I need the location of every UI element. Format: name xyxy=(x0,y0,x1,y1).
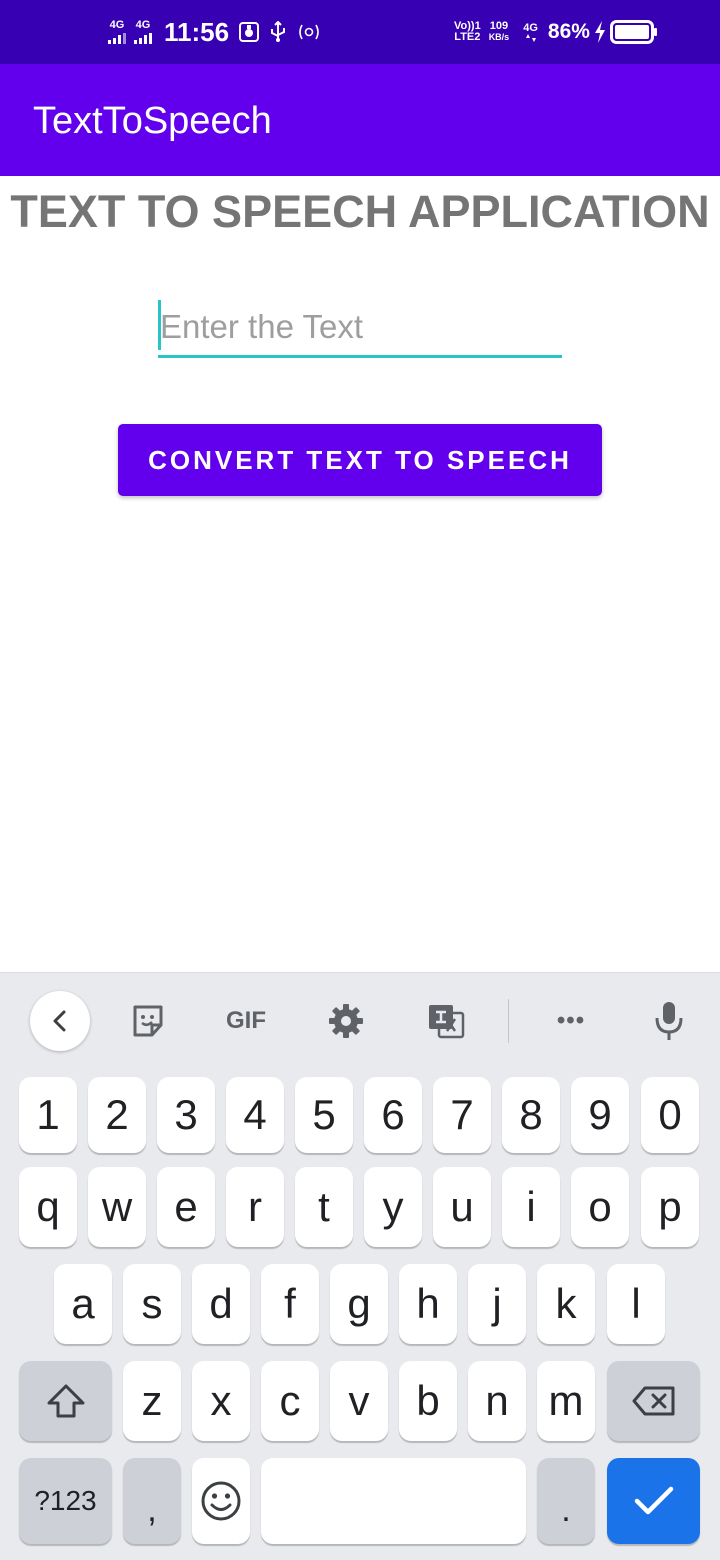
app-bar: TextToSpeech xyxy=(0,64,720,176)
emoji-icon xyxy=(201,1481,241,1521)
key-8[interactable]: 8 xyxy=(502,1077,560,1153)
key-q[interactable]: q xyxy=(19,1167,77,1247)
sim2-signal-icon: 4G xyxy=(134,20,152,44)
backspace-key[interactable] xyxy=(607,1361,700,1441)
emoji-key[interactable] xyxy=(192,1458,250,1544)
key-n[interactable]: n xyxy=(468,1361,526,1441)
network-speed-value: 109 xyxy=(489,20,509,32)
checkmark-icon xyxy=(634,1486,673,1515)
battery-icon xyxy=(609,20,658,44)
space-key[interactable] xyxy=(261,1458,526,1544)
translate-button[interactable] xyxy=(422,998,470,1044)
keyboard-back-button[interactable] xyxy=(30,991,90,1051)
gif-button[interactable]: GIF xyxy=(215,998,277,1044)
lte2-label: LTE2 xyxy=(454,31,481,43)
key-g[interactable]: g xyxy=(330,1264,388,1344)
key-4[interactable]: 4 xyxy=(226,1077,284,1153)
key-p[interactable]: p xyxy=(641,1167,699,1247)
key-a[interactable]: a xyxy=(54,1264,112,1344)
status-time: 11:56 xyxy=(164,16,230,47)
text-cursor xyxy=(158,300,161,350)
sticker-icon xyxy=(133,1005,163,1037)
key-5[interactable]: 5 xyxy=(295,1077,353,1153)
key-o[interactable]: o xyxy=(571,1167,629,1247)
gear-icon xyxy=(329,1004,363,1038)
shift-icon xyxy=(47,1384,84,1418)
more-options-button[interactable]: ••• xyxy=(545,998,597,1044)
key-1[interactable]: 1 xyxy=(19,1077,77,1153)
screen: 4G 4G 11:56 Vo))1 LTE2 109 KB/s 4G 86% T… xyxy=(0,0,720,1560)
key-s[interactable]: s xyxy=(123,1264,181,1344)
key-w[interactable]: w xyxy=(88,1167,146,1247)
app-title: TextToSpeech xyxy=(33,100,272,142)
status-bar: 4G 4G 11:56 Vo))1 LTE2 109 KB/s 4G 86% xyxy=(0,0,720,64)
volte-indicator: Vo))1 LTE2 xyxy=(454,21,481,43)
network-speed: 109 KB/s xyxy=(489,21,510,43)
key-x[interactable]: x xyxy=(192,1361,250,1441)
key-l[interactable]: l xyxy=(607,1264,665,1344)
sim2-network-label: 4G xyxy=(135,19,151,31)
toolbar-divider xyxy=(508,999,509,1043)
key-h[interactable]: h xyxy=(399,1264,457,1344)
key-f[interactable]: f xyxy=(261,1264,319,1344)
key-j[interactable]: j xyxy=(468,1264,526,1344)
key-y[interactable]: y xyxy=(364,1167,422,1247)
charging-icon xyxy=(594,21,606,43)
key-0[interactable]: 0 xyxy=(641,1077,699,1153)
key-t[interactable]: t xyxy=(295,1167,353,1247)
status-left-group: 4G 4G 11:56 xyxy=(108,0,331,64)
key-z[interactable]: z xyxy=(123,1361,181,1441)
status-right-group: Vo))1 LTE2 109 KB/s 4G 86% xyxy=(454,0,668,64)
key-c[interactable]: c xyxy=(261,1361,319,1441)
key-k[interactable]: k xyxy=(537,1264,595,1344)
key-d[interactable]: d xyxy=(192,1264,250,1344)
hotspot-icon xyxy=(297,22,321,42)
key-r[interactable]: r xyxy=(226,1167,284,1247)
sticker-button[interactable] xyxy=(125,998,171,1044)
key-6[interactable]: 6 xyxy=(364,1077,422,1153)
page-heading: TEXT TO SPEECH APPLICATION xyxy=(10,186,710,237)
chevron-left-icon xyxy=(53,1010,66,1032)
app-notification-icon xyxy=(239,22,260,42)
key-u[interactable]: u xyxy=(433,1167,491,1247)
voice-input-button[interactable] xyxy=(646,995,692,1047)
key-i[interactable]: i xyxy=(502,1167,560,1247)
shift-key[interactable] xyxy=(19,1361,112,1441)
symbols-key[interactable]: ?123 xyxy=(19,1458,112,1544)
battery-percent: 86% xyxy=(547,20,590,43)
backspace-icon xyxy=(632,1386,674,1416)
key-v[interactable]: v xyxy=(330,1361,388,1441)
key-m[interactable]: m xyxy=(537,1361,595,1441)
key-2[interactable]: 2 xyxy=(88,1077,146,1153)
key-e[interactable]: e xyxy=(157,1167,215,1247)
comma-key[interactable]: , xyxy=(123,1458,181,1544)
key-9[interactable]: 9 xyxy=(571,1077,629,1153)
soft-keyboard: GIF ••• 1 2 3 4 5 6 7 8 9 0 q w e r t y … xyxy=(0,972,720,1560)
sim1-network-label: 4G xyxy=(109,19,125,31)
key-b[interactable]: b xyxy=(399,1361,457,1441)
sim1-signal-icon: 4G xyxy=(108,20,126,44)
key-7[interactable]: 7 xyxy=(433,1077,491,1153)
keyboard-settings-button[interactable] xyxy=(323,998,369,1044)
text-input[interactable] xyxy=(158,298,562,358)
microphone-icon xyxy=(655,1002,683,1040)
convert-text-to-speech-button[interactable]: CONVERT TEXT TO SPEECH xyxy=(118,424,602,496)
data-4g-icon: 4G xyxy=(523,21,538,42)
usb-icon xyxy=(269,21,287,43)
data-4g-label: 4G xyxy=(523,21,538,34)
done-key[interactable] xyxy=(607,1458,700,1544)
period-key[interactable]: . xyxy=(537,1458,595,1544)
translate-icon xyxy=(429,1005,465,1039)
network-speed-unit: KB/s xyxy=(488,32,510,42)
key-3[interactable]: 3 xyxy=(157,1077,215,1153)
